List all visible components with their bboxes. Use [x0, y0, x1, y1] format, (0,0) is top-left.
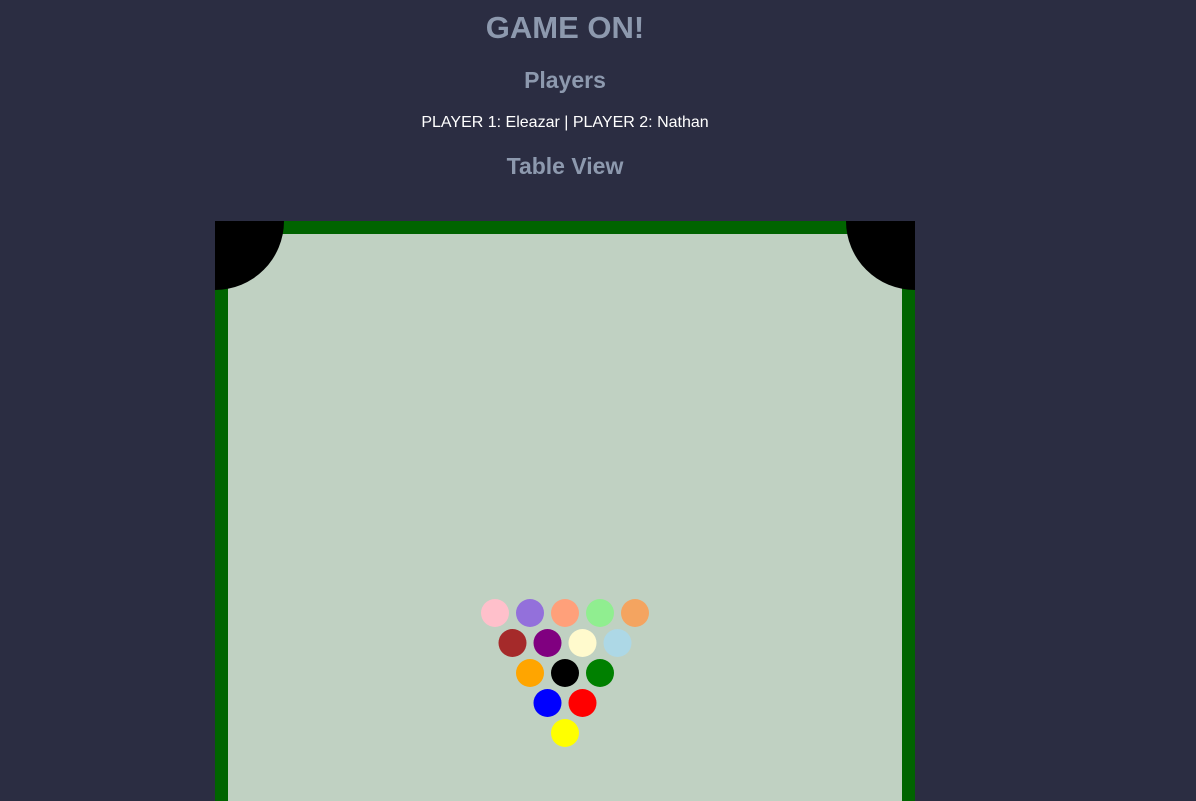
player2-name: Nathan [657, 114, 709, 131]
pool-ball-6[interactable] [498, 629, 527, 657]
players-info: PLAYER 1: Eleazar | PLAYER 2: Nathan [0, 113, 1130, 133]
pool-ball-3[interactable] [551, 599, 579, 627]
pool-ball-14[interactable] [568, 689, 597, 717]
player1-label: PLAYER 1: [421, 114, 502, 131]
pool-ball-1[interactable] [481, 599, 509, 627]
pool-ball-7[interactable] [533, 629, 562, 657]
player1-name: Eleazar [505, 114, 560, 131]
pool-ball-12[interactable] [586, 659, 614, 687]
pool-table[interactable] [215, 221, 915, 801]
page-title: GAME ON! [485, 10, 645, 45]
player2-label: PLAYER 2: [572, 114, 653, 131]
pool-ball-2[interactable] [516, 599, 544, 627]
table-view-heading: Table View [506, 153, 624, 179]
pool-ball-13[interactable] [533, 689, 562, 717]
pool-ball-4[interactable] [586, 599, 614, 627]
player-separator: | [564, 114, 569, 131]
players-heading: Players [524, 67, 606, 93]
pool-ball-10[interactable] [516, 659, 544, 687]
pool-ball-8[interactable] [568, 629, 597, 657]
pool-ball-5[interactable] [621, 599, 649, 627]
pool-ball-11[interactable] [551, 659, 579, 687]
pool-ball-9[interactable] [603, 629, 632, 657]
pool-ball-15[interactable] [551, 719, 579, 747]
table-felt [228, 234, 902, 801]
